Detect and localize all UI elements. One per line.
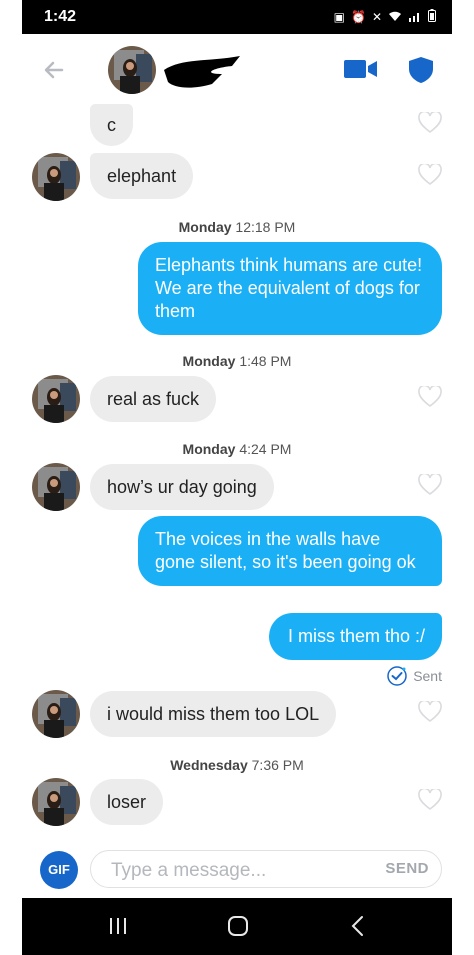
message-text: c [107, 115, 116, 135]
wifi-icon [388, 10, 402, 25]
message-outgoing[interactable]: I miss them tho :/ [269, 613, 442, 660]
message-incoming[interactable]: c [90, 104, 133, 146]
message-incoming[interactable]: elephant [90, 153, 194, 199]
message-incoming[interactable]: how’s ur day going [90, 464, 274, 510]
sender-avatar[interactable] [32, 153, 80, 201]
heart-icon [418, 162, 442, 186]
arrow-left-icon [44, 61, 64, 79]
message-incoming[interactable]: i would miss them too LOL [90, 691, 337, 737]
message-text: Elephants think humans are cute! We are … [155, 255, 423, 321]
sent-status: Sent [387, 666, 442, 686]
timestamp: Monday 12:18 PM [22, 219, 452, 235]
sender-avatar[interactable] [32, 690, 80, 738]
recents-icon [110, 918, 126, 934]
message-input[interactable] [109, 857, 353, 885]
timestamp-time: 7:36 PM [251, 757, 304, 773]
heart-icon [418, 110, 442, 134]
left-margin [0, 0, 22, 955]
message-incoming[interactable]: loser [90, 779, 164, 825]
check-circle-icon [387, 666, 407, 686]
match-avatar[interactable] [108, 46, 156, 94]
timestamp: Monday 1:48 PM [22, 353, 452, 369]
timestamp-day: Monday [178, 219, 232, 235]
message-text: i would miss them too LOL [107, 704, 320, 724]
system-nav-bar [22, 898, 452, 955]
alarm-icon: ⏰ [350, 10, 366, 24]
status-bar: 1:42 ▣ ⏰ ✕ [22, 0, 452, 34]
mute-icon: ✕ [371, 10, 382, 24]
status-icons: ▣ ⏰ ✕ [334, 9, 436, 25]
timestamp-time: 1:48 PM [239, 353, 292, 369]
like-heart-button[interactable] [418, 384, 442, 408]
message-text: how’s ur day going [107, 477, 257, 497]
timestamp-day: Monday [182, 441, 236, 457]
sender-avatar[interactable] [32, 463, 80, 511]
like-heart-button[interactable] [418, 787, 442, 811]
timestamp-day: Wednesday [170, 757, 248, 773]
heart-icon [418, 384, 442, 408]
like-heart-button[interactable] [418, 472, 442, 496]
signal-icon [408, 10, 422, 25]
message-incoming[interactable]: real as fuck [90, 376, 217, 422]
message-input-container: SEND [90, 850, 442, 888]
timestamp-day: Monday [182, 353, 236, 369]
timestamp: Wednesday 7:36 PM [22, 757, 452, 773]
timestamp-time: 12:18 PM [235, 219, 296, 235]
right-margin [452, 0, 474, 955]
battery-icon [428, 9, 436, 25]
timestamp-time: 4:24 PM [239, 441, 292, 457]
message-text: loser [107, 792, 147, 812]
back-button[interactable] [40, 56, 68, 84]
system-back-button[interactable] [338, 910, 378, 942]
message-text: The voices in the walls have gone silent… [155, 529, 416, 572]
message-text: real as fuck [107, 389, 200, 409]
timestamp: Monday 4:24 PM [22, 441, 452, 457]
message-text: elephant [107, 166, 177, 186]
safety-button[interactable] [408, 56, 434, 84]
heart-icon [418, 472, 442, 496]
status-time: 1:42 [44, 8, 77, 25]
gif-button[interactable]: GIF [40, 851, 78, 889]
video-call-button[interactable] [344, 58, 378, 80]
sent-label: Sent [413, 668, 442, 684]
home-icon [228, 916, 248, 936]
heart-icon [418, 787, 442, 811]
shield-icon [409, 57, 433, 83]
message-outgoing[interactable]: The voices in the walls have gone silent… [138, 516, 442, 586]
redacted-name [164, 56, 240, 88]
back-chevron-icon [351, 916, 363, 936]
notification-icon: ▣ [333, 10, 345, 24]
chat-screen: 1:42 ▣ ⏰ ✕ c elephant Monday 12:18 PM El… [22, 0, 452, 955]
like-heart-button[interactable] [418, 162, 442, 186]
video-camera-icon [344, 60, 377, 78]
message-outgoing[interactable]: Elephants think humans are cute! We are … [138, 242, 442, 335]
sender-avatar[interactable] [32, 778, 80, 826]
home-button[interactable] [218, 910, 258, 942]
like-heart-button[interactable] [418, 699, 442, 723]
recents-button[interactable] [98, 910, 138, 942]
chat-header [22, 34, 452, 106]
send-button[interactable]: SEND [385, 860, 429, 877]
sender-avatar[interactable] [32, 375, 80, 423]
message-text: I miss them tho :/ [287, 626, 425, 646]
message-composer: GIF SEND [22, 838, 452, 898]
like-heart-button[interactable] [418, 110, 442, 134]
heart-icon [418, 699, 442, 723]
